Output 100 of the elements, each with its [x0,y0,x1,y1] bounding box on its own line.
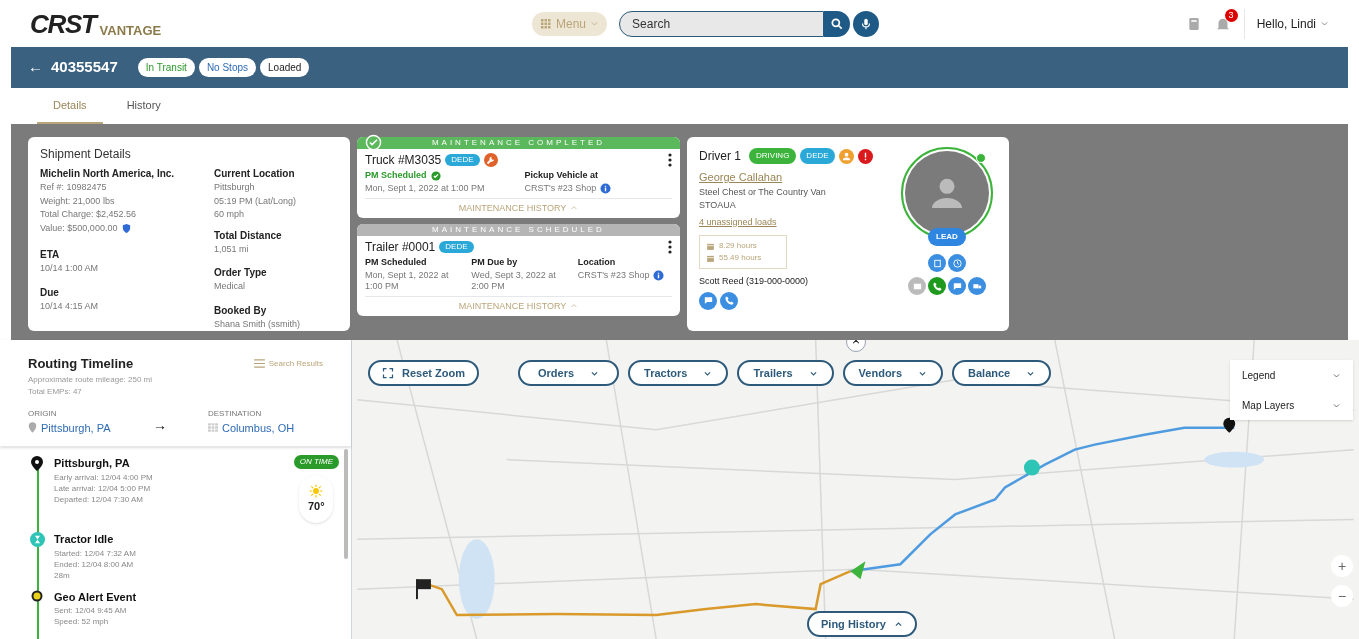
hourglass-icon [29,532,45,547]
field-value: Mon, Sept 1, 2022 at 1:00 PM [365,269,450,292]
driver-name-link[interactable]: George Callahan [699,169,897,186]
field-value: CRST's #23 Shop [524,182,597,194]
field-label: ETA [40,248,61,262]
menu-label: Menu [556,15,587,33]
status-badge: In Transit [137,58,195,77]
field-value: 10/14 1:00 AM [40,262,100,275]
chevron-down-icon [1320,19,1329,28]
filter-dropdown[interactable]: Orders [517,360,620,386]
expand-icon [382,367,394,379]
driver-fleet: Steel Chest or The Country Van [699,185,827,199]
map-pin-icon [28,422,37,434]
tab[interactable]: History [110,96,177,124]
filter-dropdown[interactable]: Vendors [842,360,943,386]
search-field[interactable]: Search [619,10,825,37]
event-detail: Late arrival: 12/04 5:00 PM [54,482,152,494]
field-value: 60 mph [214,208,246,221]
status-badge: No Stops [198,58,257,77]
event-detail: Ended: 12/04 8:00 AM [54,558,135,570]
event-detail: 28m [54,569,71,581]
event-title: Pittsburgh, PA [54,456,131,471]
filter-dropdown[interactable]: Balance [952,360,1052,386]
user-menu-button[interactable]: Hello, Lindi [1256,14,1329,33]
field-label: PM Scheduled [365,256,427,269]
unassigned-loads-link[interactable]: 4 unassigned loads [699,215,897,229]
field-value: CRST's #23 Shop [577,269,650,281]
destination-label: DESTINATION [208,407,263,420]
logo-subtitle: VANTAGE [99,23,162,37]
unit-number: Trailer #0001 [365,239,436,256]
filter-dropdown[interactable]: Trailers [737,360,834,386]
event-detail: Sent: 12/04 9:45 AM [54,605,128,616]
event-detail: Started: 12/04 7:32 AM [54,547,137,559]
zoom-in-button[interactable]: + [1331,555,1353,577]
field-label: Total Distance [214,228,283,243]
chevron-up-icon [893,619,903,629]
more-options-icon[interactable] [668,153,672,167]
event-detail: Departed: 12/04 7:30 AM [54,493,144,505]
fleet-manager: Scott Reed (319-000-0000) [699,275,810,288]
field-value: 10/14 4:15 AM [40,299,100,313]
ping-history-button[interactable]: Ping History [807,611,917,637]
zoom-out-button[interactable]: − [1331,585,1353,607]
menu-icon [253,359,265,369]
panel-title: Routing Timeline [28,355,134,373]
role-badge: LEAD [928,228,966,246]
shield-icon [121,222,133,234]
chat-button[interactable] [699,291,717,310]
field-value: Pittsburgh [214,181,256,194]
origin-label: ORIGIN [28,407,58,420]
temperature: 70° [308,498,325,514]
sun-icon [309,483,324,498]
field-value: Wed, Sept 3, 2022 at 2:00 PM [471,269,557,292]
person-icon [838,148,854,164]
shipment-value: Value: $500,000.00 [40,221,118,235]
search-button[interactable] [824,10,851,37]
alert-icon [857,148,873,164]
shipment-detail: Total Charge: $2,452.56 [40,208,138,221]
field-label: Pickup Vehicle at [524,169,599,182]
map-panel-dropdown[interactable]: Map Layers [1230,390,1353,420]
microphone-button[interactable] [853,10,880,37]
field-label: Location [577,256,616,269]
more-options-icon[interactable] [668,240,672,254]
info-icon[interactable] [600,182,612,194]
hours-value: 55.49 hours [719,252,762,264]
event-detail: Early arrival: 12/04 4:00 PM [54,471,154,483]
maintenance-status-banner: MAINTENANCE SCHEDULED [357,224,680,236]
unit-number: Truck #M3035 [365,152,442,169]
field-value: 1,051 mi [214,242,250,256]
event-title: Geo Alert Event [54,589,138,605]
field-label: Due [40,285,60,300]
hours-value: 8.29 hours [719,240,757,252]
team-badge: DEDE [439,241,474,253]
phone-icon[interactable] [723,295,735,306]
field-value: 05:19 PM (Lat/Long) [214,194,298,208]
route-total: Total EMPs: 47 [28,385,83,398]
field-label: Order Type [214,266,268,280]
back-button[interactable]: ← [28,56,43,79]
event-detail: Speed: 52 mph [54,616,110,627]
info-icon[interactable] [653,269,665,281]
chat-icon[interactable] [702,295,714,306]
notification-count-badge: 3 [1224,8,1238,22]
team-badge: DEDE [445,154,480,166]
field-value: Medical [214,280,246,293]
map-panel-dropdown[interactable]: Legend [1230,360,1353,390]
origin-city: Pittsburgh, PA [41,420,111,436]
filter-dropdown[interactable]: Tractors [628,360,729,386]
calendar-icon [706,253,715,263]
reset-zoom-button[interactable]: Reset Zoom [368,360,479,386]
driver-title: Driver 1 [699,148,741,165]
driving-status-badge: DRIVING [749,148,797,164]
map[interactable]: Reset Zoom Orders Tractors Trailers Vendors Balance Legend Map Layers + − Ping History [352,340,1359,639]
wrench-icon [483,153,498,167]
field-value: Mon, Sept 1, 2022 at 1:00 PM [365,182,485,194]
field-label: Current Location [214,167,296,181]
chevron-down-icon [590,19,600,28]
map-pin-icon [31,456,43,471]
calendar-icon [706,241,715,251]
customer-name: Michelin North America, Inc. [40,167,176,181]
card-title: Shipment Details [40,146,132,163]
phone-button[interactable] [720,291,738,310]
